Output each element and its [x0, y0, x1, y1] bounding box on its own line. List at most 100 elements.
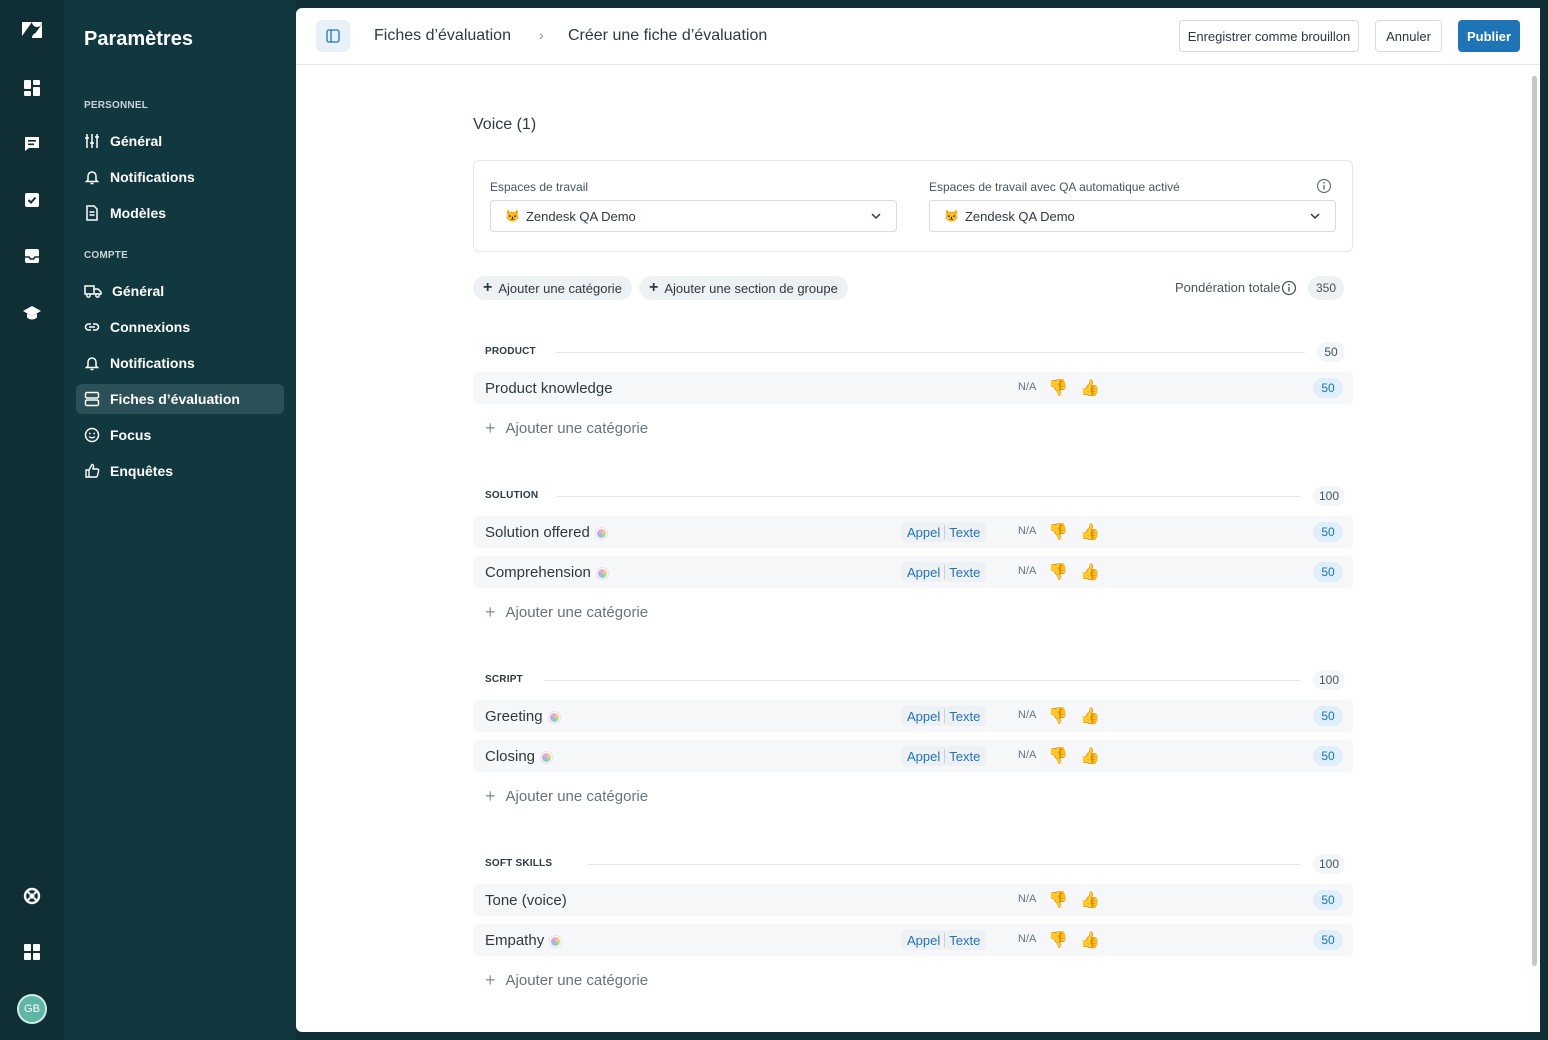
workspace-emoji-icon: 😾: [944, 209, 959, 223]
na-option[interactable]: N/A: [1018, 893, 1036, 905]
section-name: SCRIPT: [485, 674, 523, 685]
add-category-link[interactable]: + Ajouter une catégorie: [485, 602, 648, 623]
add-group-section-button[interactable]: + Ajouter une section de groupe: [639, 276, 848, 300]
tag-call: Appel: [907, 708, 941, 724]
na-option[interactable]: N/A: [1018, 381, 1036, 393]
info-icon[interactable]: [1316, 178, 1332, 194]
settings-sidebar: Paramètres PERSONNEL Général Notificatio…: [64, 0, 296, 1040]
thumbs-down-icon[interactable]: 👎: [1048, 889, 1068, 911]
category-row-product-knowledge[interactable]: Product knowledge N/A 👎 👍 50: [473, 372, 1353, 404]
sidebar-item-label: Général: [112, 283, 165, 299]
section-header-soft-skills[interactable]: SOFT SKILLS 100: [473, 854, 1353, 874]
avatar[interactable]: GB: [17, 994, 47, 1024]
category-row-tone-voice[interactable]: Tone (voice) N/A 👎 👍 50: [473, 884, 1353, 916]
sidebar-item-surveys[interactable]: Enquêtes: [76, 456, 284, 486]
category-weight-badge[interactable]: 50: [1313, 706, 1343, 726]
thumbs-down-icon[interactable]: 👎: [1048, 561, 1068, 583]
apps-icon[interactable]: [20, 940, 44, 964]
category-weight-badge[interactable]: 50: [1313, 562, 1343, 582]
dashboard-icon[interactable]: [20, 76, 44, 100]
cancel-button[interactable]: Annuler: [1375, 20, 1442, 52]
plus-icon: +: [485, 786, 496, 806]
sidebar-item-personal-general[interactable]: Général: [76, 126, 284, 156]
section-header-solution[interactable]: SOLUTION 100: [473, 486, 1353, 506]
add-category-link[interactable]: + Ajouter une catégorie: [485, 970, 648, 991]
total-weight-badge: 350: [1308, 276, 1344, 300]
thumbs-down-icon[interactable]: 👎: [1048, 705, 1068, 727]
section-weight-badge: 50: [1317, 342, 1345, 362]
thumbs-down-icon[interactable]: 👎: [1048, 377, 1068, 399]
sidebar-item-templates[interactable]: Modèles: [76, 198, 284, 228]
category-row-comprehension[interactable]: Comprehension Appel Texte N/A 👎 👍 50: [473, 556, 1353, 588]
sidebar-item-scorecards[interactable]: Fiches d’évaluation: [76, 384, 284, 414]
thumbs-up-icon[interactable]: 👍: [1080, 745, 1100, 767]
category-name: Product knowledge: [485, 380, 613, 397]
add-category-link[interactable]: + Ajouter une catégorie: [485, 786, 648, 807]
scorecard-title[interactable]: Voice (1): [473, 116, 536, 134]
category-weight-badge[interactable]: 50: [1313, 522, 1343, 542]
assignments-icon[interactable]: [20, 188, 44, 212]
na-option[interactable]: N/A: [1018, 525, 1036, 537]
workspaces-select[interactable]: 😾 Zendesk QA Demo: [490, 200, 897, 232]
workspaces-label: Espaces de travail: [490, 180, 589, 194]
auto-qa-workspaces-value: Zendesk QA Demo: [964, 208, 1075, 224]
plus-icon: +: [485, 418, 496, 438]
breadcrumb-current: Créer une fiche d’évaluation: [568, 27, 768, 44]
na-option[interactable]: N/A: [1018, 749, 1036, 761]
section-divider: [557, 496, 1301, 497]
category-name: Empathy: [485, 932, 562, 949]
na-option[interactable]: N/A: [1018, 709, 1036, 721]
info-icon[interactable]: [1281, 280, 1297, 296]
category-row-closing[interactable]: Closing Appel Texte N/A 👎 👍 50: [473, 740, 1353, 772]
tag-divider: [944, 709, 946, 723]
publish-button[interactable]: Publier: [1458, 20, 1520, 52]
category-row-solution-offered[interactable]: Solution offered Appel Texte N/A 👎 👍 50: [473, 516, 1353, 548]
thumbs-down-icon[interactable]: 👎: [1048, 521, 1068, 543]
category-row-empathy[interactable]: Empathy Appel Texte N/A 👎 👍 50: [473, 924, 1353, 956]
breadcrumb-parent[interactable]: Fiches d’évaluation: [374, 27, 511, 45]
toggle-sidebar-button[interactable]: [316, 20, 350, 52]
thumbs-up-icon[interactable]: 👍: [1080, 889, 1100, 911]
thumbs-up-icon[interactable]: 👍: [1080, 561, 1100, 583]
na-option[interactable]: N/A: [1018, 565, 1036, 577]
thumbs-down-icon[interactable]: 👎: [1048, 929, 1068, 951]
category-row-greeting[interactable]: Greeting Appel Texte N/A 👎 👍 50: [473, 700, 1353, 732]
add-category-link-label: Ajouter une catégorie: [505, 788, 649, 805]
category-weight-badge[interactable]: 50: [1313, 746, 1343, 766]
section-header-product[interactable]: PRODUCT 50: [473, 342, 1353, 362]
thumbs-up-icon[interactable]: 👍: [1080, 521, 1100, 543]
section-account-label: COMPTE: [84, 250, 128, 261]
auto-qa-workspaces-select[interactable]: 😾 Zendesk QA Demo: [929, 200, 1336, 232]
thumbs-up-icon[interactable]: 👍: [1080, 705, 1100, 727]
scrollbar[interactable]: [1532, 76, 1537, 966]
thumbs-up-icon[interactable]: 👍: [1080, 377, 1100, 399]
add-category-link[interactable]: + Ajouter une catégorie: [485, 418, 648, 439]
channel-tags: Appel Texte: [901, 706, 987, 726]
na-option[interactable]: N/A: [1018, 933, 1036, 945]
education-icon[interactable]: [20, 300, 44, 324]
inbox-icon[interactable]: [20, 244, 44, 268]
category-weight-badge[interactable]: 50: [1313, 930, 1343, 950]
thumbs-down-icon[interactable]: 👎: [1048, 745, 1068, 767]
category-weight-badge[interactable]: 50: [1313, 378, 1343, 398]
thumbs-up-icon[interactable]: 👍: [1080, 929, 1100, 951]
section-header-script[interactable]: SCRIPT 100: [473, 670, 1353, 690]
conversations-icon[interactable]: [20, 132, 44, 156]
save-draft-button[interactable]: Enregistrer comme brouillon: [1179, 20, 1359, 52]
section-personal-label: PERSONNEL: [84, 100, 149, 111]
sidebar-item-personal-notifications[interactable]: Notifications: [76, 162, 284, 192]
add-category-button[interactable]: + Ajouter une catégorie: [473, 276, 632, 300]
category-weight-badge[interactable]: 50: [1313, 890, 1343, 910]
zendesk-logo-icon[interactable]: [20, 18, 44, 42]
truck-icon: [84, 285, 102, 298]
sidebar-item-connections[interactable]: Connexions: [76, 312, 284, 342]
tag-text: Texte: [949, 524, 981, 540]
category-label: Solution offered: [485, 524, 590, 541]
sidebar-item-account-notifications[interactable]: Notifications: [76, 348, 284, 378]
sidebar-item-account-general[interactable]: Général: [76, 276, 284, 306]
tag-text: Texte: [949, 932, 981, 948]
sidebar-item-focus[interactable]: Focus: [76, 420, 284, 450]
help-icon[interactable]: [20, 884, 44, 908]
tag-call: Appel: [907, 564, 941, 580]
tag-divider: [944, 525, 946, 539]
